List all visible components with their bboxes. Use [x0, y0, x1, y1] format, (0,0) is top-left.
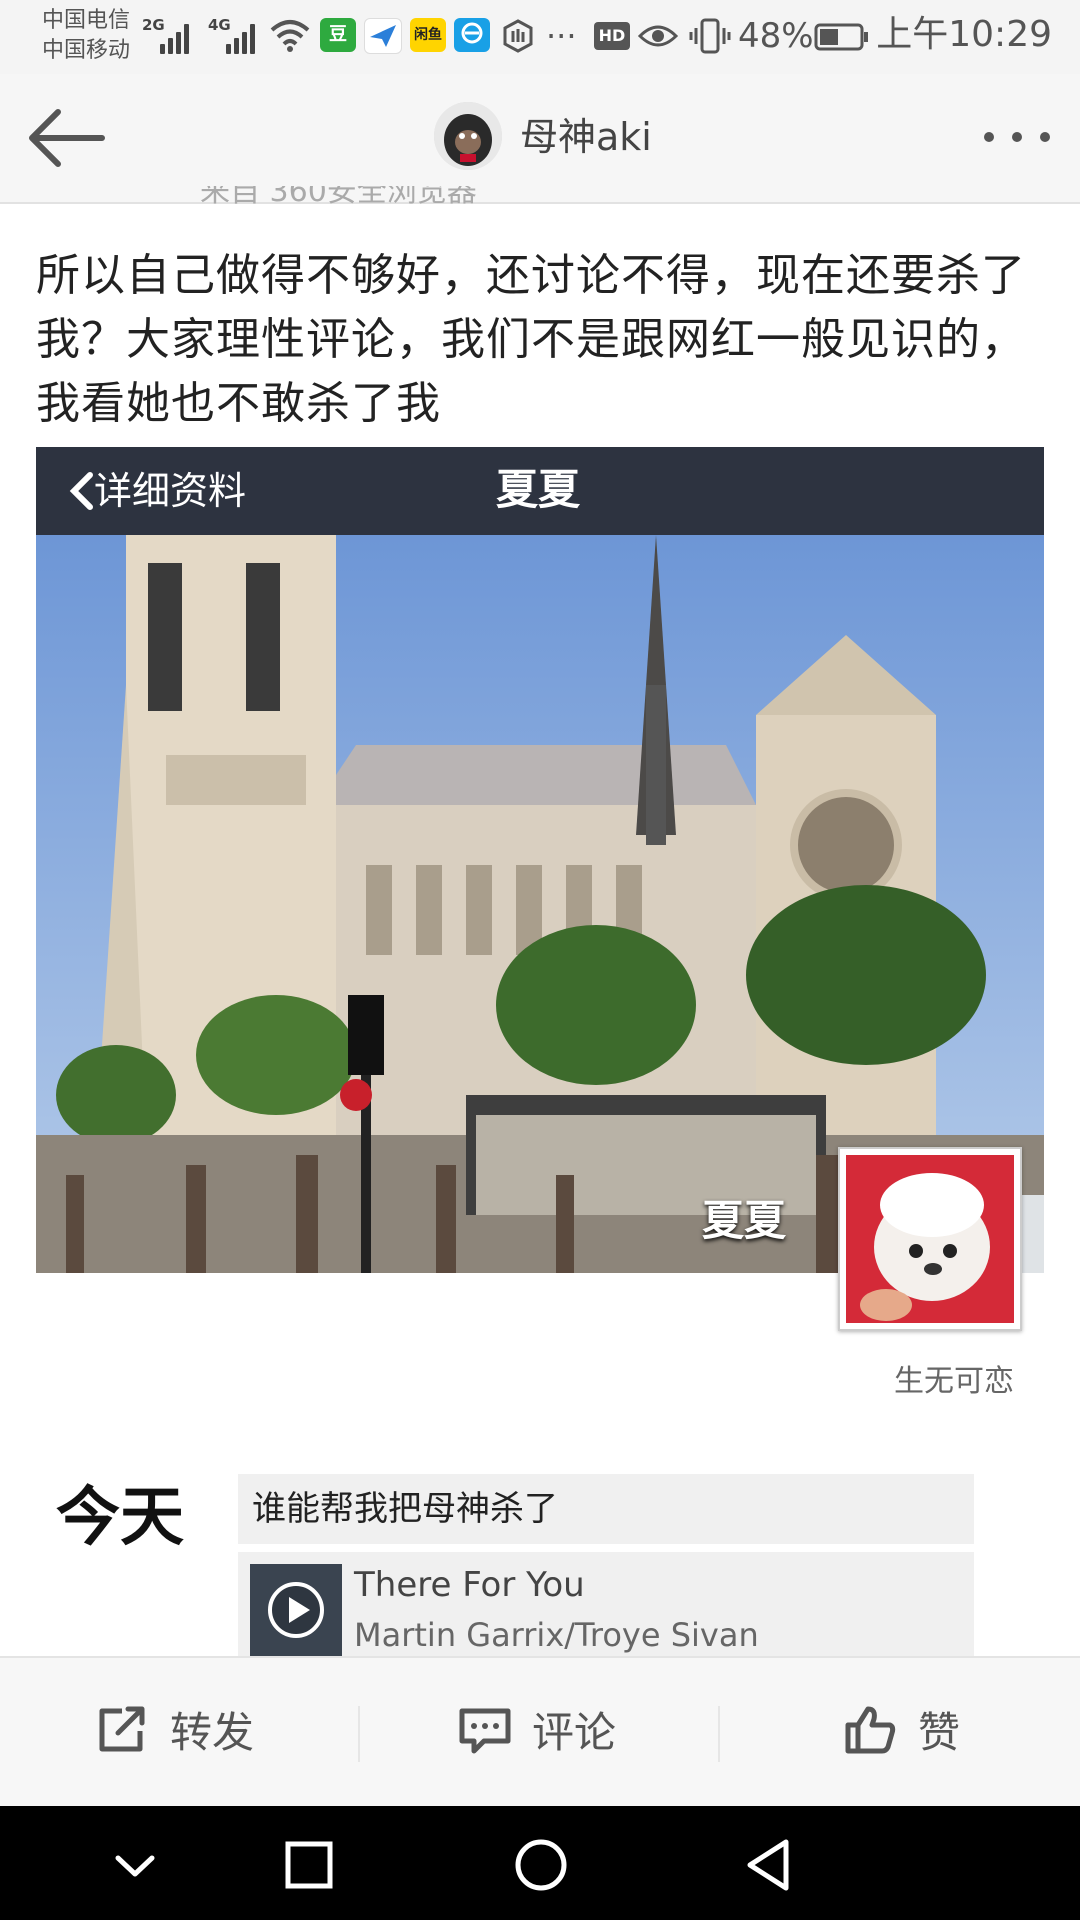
page-title: 母神aki: [520, 115, 652, 159]
status-bar: 中国电信 中国移动 2G 4G 豆 闲鱼 ··· HD 48% 上午10:29: [0, 0, 1080, 74]
post-action-bar: 转发 评论 赞: [0, 1656, 1080, 1808]
photo-name-label: 夏夏: [701, 1196, 786, 1245]
avatar[interactable]: [434, 102, 502, 170]
carrier-info: 中国电信 中国移动: [42, 6, 130, 66]
post-meta-clipped: 来自 360安全浏览器: [40, 186, 840, 208]
more-status-icon: ···: [546, 17, 577, 55]
chat-message: 谁能帮我把母神杀了: [238, 1474, 974, 1544]
xianyu-icon: 闲鱼: [410, 18, 446, 52]
post-text: 所以自己做得不够好，还讨论不得，现在还要杀了我？大家理性评论，我们不是跟网红一般…: [36, 250, 1026, 429]
comment-button[interactable]: 评论: [458, 1658, 616, 1808]
embedded-title: 夏夏: [496, 465, 581, 514]
music-title: There For You: [354, 1565, 585, 1605]
hide-keyboard-button[interactable]: [100, 1830, 170, 1900]
wifi-icon: [270, 20, 310, 52]
recents-button[interactable]: [274, 1830, 344, 1900]
divider: [718, 1706, 720, 1762]
battery-icon: [814, 23, 868, 51]
play-icon: [268, 1582, 324, 1638]
carrier-1: 中国电信: [42, 8, 131, 33]
music-artist: Martin Garrix/Troye Sivan: [354, 1616, 759, 1654]
circle-icon: [515, 1839, 567, 1891]
image-caption: 生无可恋: [894, 1364, 1014, 1399]
clock: 上午10:29: [876, 14, 1052, 55]
dog-photo-icon: [846, 1155, 1014, 1323]
back-button[interactable]: [24, 98, 108, 178]
system-nav-bar: [0, 1806, 1080, 1920]
eye-icon: [638, 25, 678, 47]
share-icon: [99, 1706, 145, 1752]
post-source: 来自 360安全浏览器: [200, 186, 477, 208]
browser-icon: [454, 18, 490, 52]
repost-button[interactable]: 转发: [96, 1658, 254, 1808]
battery-percent: 48%: [738, 16, 814, 56]
chat-message-text: 谁能帮我把母神杀了: [252, 1489, 558, 1529]
douban-icon: 豆: [320, 18, 356, 52]
airplane-app-icon: [364, 18, 402, 54]
gesture-icon: [503, 19, 533, 53]
music-cover: [250, 1564, 342, 1656]
home-button[interactable]: [506, 1830, 576, 1900]
top-nav-bar: 母神aki: [0, 74, 1080, 204]
music-card[interactable]: There For You Martin Garrix/Troye Sivan: [238, 1552, 974, 1656]
square-icon: [285, 1841, 333, 1889]
chevron-left-icon: [69, 472, 93, 510]
like-button[interactable]: 赞: [844, 1658, 960, 1808]
embedded-nav-bar: 详细资料 夏夏: [36, 447, 1044, 535]
thumbs-up-icon: [845, 1706, 896, 1754]
more-options-button[interactable]: [980, 114, 1056, 158]
divider: [358, 1706, 360, 1762]
date-label-today: 今天: [56, 1481, 184, 1555]
chevron-down-icon: [115, 1855, 155, 1877]
comment-icon: [459, 1708, 511, 1754]
gorilla-avatar-icon: [434, 102, 502, 170]
system-back-button[interactable]: [734, 1830, 804, 1900]
embedded-back-link: 详细资料: [68, 467, 246, 515]
pet-profile-thumbnail[interactable]: [838, 1147, 1022, 1331]
hd-badge: HD: [594, 22, 630, 50]
carrier-2: 中国移动: [42, 38, 131, 63]
vibrate-icon: [689, 18, 731, 54]
back-arrow-icon: [29, 109, 105, 167]
triangle-back-icon: [747, 1839, 789, 1891]
